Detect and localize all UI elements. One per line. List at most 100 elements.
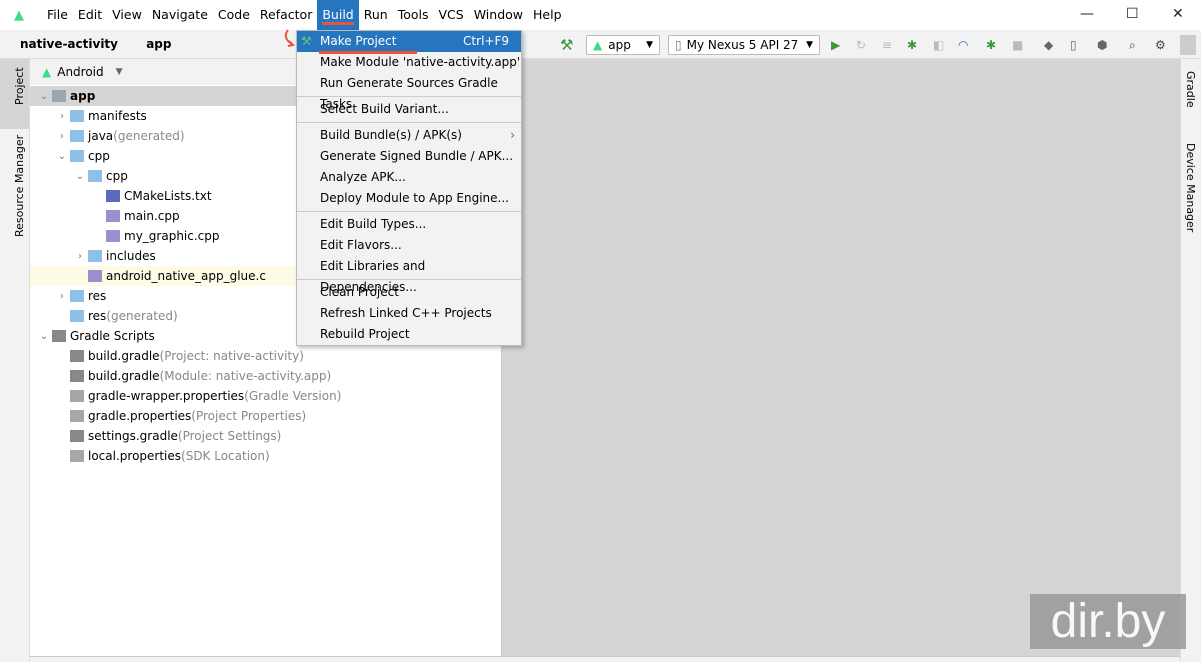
analyze-apk-item[interactable]: Analyze APK... xyxy=(297,167,521,188)
props-icon xyxy=(70,410,84,422)
breadcrumb-project[interactable]: native-activity xyxy=(20,37,118,51)
folder-icon xyxy=(70,310,84,322)
tree-item[interactable]: local.properties (SDK Location) xyxy=(30,446,501,466)
avd-manager-icon[interactable]: ▯ xyxy=(1070,35,1077,55)
menu-window[interactable]: Window xyxy=(469,0,528,30)
tree-item-note: (generated) xyxy=(113,129,185,143)
chevron-down-icon[interactable]: ⌄ xyxy=(36,91,52,102)
menu-tools[interactable]: Tools xyxy=(393,0,434,30)
tree-item-label: Gradle Scripts xyxy=(70,329,155,343)
chevron-down-icon[interactable]: ⌄ xyxy=(54,151,70,162)
android-studio-logo-icon: ▲ xyxy=(14,7,24,23)
c-icon xyxy=(88,270,102,282)
tree-item-note: (Gradle Version) xyxy=(244,389,342,403)
deploy-app-engine-item[interactable]: Deploy Module to App Engine... xyxy=(297,188,521,209)
folder-icon xyxy=(70,130,84,142)
tree-item-label: main.cpp xyxy=(124,209,180,223)
run-icon[interactable]: ▶ xyxy=(831,35,840,55)
edit-build-types-item[interactable]: Edit Build Types... xyxy=(297,214,521,235)
view-label: Android xyxy=(57,65,104,79)
generate-signed-item[interactable]: Generate Signed Bundle / APK... xyxy=(297,146,521,167)
tree-item[interactable]: build.gradle (Module: native-activity.ap… xyxy=(30,366,501,386)
menu-code[interactable]: Code xyxy=(213,0,255,30)
gradle-icon xyxy=(70,370,84,382)
chevron-right-icon[interactable]: › xyxy=(54,111,70,122)
cpp-icon xyxy=(106,210,120,222)
tree-item-note: (generated) xyxy=(106,309,178,323)
sdk-manager-icon[interactable]: ⬢ xyxy=(1097,35,1107,55)
tree-item-label: cpp xyxy=(106,169,128,183)
menu-refactor[interactable]: Refactor xyxy=(255,0,317,30)
device-select[interactable]: ▯ My Nexus 5 API 27 ▼ xyxy=(668,35,820,55)
chevron-right-icon[interactable]: › xyxy=(54,291,70,302)
tree-item-label: includes xyxy=(106,249,156,263)
attach-debugger-icon[interactable]: ✱ xyxy=(986,35,996,55)
tree-item-label: android_native_app_glue.c xyxy=(106,269,266,283)
make-project-item[interactable]: ⚒ Make Project Ctrl+F9 xyxy=(297,31,521,54)
debug-icon[interactable]: ✱ xyxy=(907,35,917,55)
edit-libraries-item[interactable]: Edit Libraries and Dependencies... xyxy=(297,256,521,294)
gradle-tool-tab[interactable]: Gradle xyxy=(1184,71,1197,108)
cmake-icon xyxy=(106,190,120,202)
apply-code-icon[interactable]: ≡ xyxy=(882,35,892,55)
left-tool-strip: Project Resource Manager xyxy=(0,59,30,662)
tree-item-note: (Module: native-activity.app) xyxy=(159,369,332,383)
apply-changes-icon[interactable]: ↻ xyxy=(856,35,866,55)
menu-edit[interactable]: Edit xyxy=(73,0,107,30)
tree-item-label: app xyxy=(70,89,96,103)
tree-item[interactable]: build.gradle (Project: native-activity) xyxy=(30,346,501,366)
minimize-button[interactable]: — xyxy=(1080,6,1094,22)
stop-icon[interactable]: ■ xyxy=(1012,35,1023,55)
menu-run[interactable]: Run xyxy=(359,0,393,30)
menu-bar: ▲ File Edit View Navigate Code Refactor … xyxy=(0,0,1201,30)
close-button[interactable]: ✕ xyxy=(1172,6,1184,22)
select-build-variant-item[interactable]: Select Build Variant... xyxy=(297,99,521,120)
refresh-cpp-item[interactable]: Refresh Linked C++ Projects xyxy=(297,303,521,324)
device-manager-tool-tab[interactable]: Device Manager xyxy=(1184,143,1197,232)
menu-file[interactable]: File xyxy=(42,0,73,30)
menu-build[interactable]: Build xyxy=(317,0,359,30)
chevron-right-icon[interactable]: › xyxy=(54,131,70,142)
folder-icon xyxy=(70,150,84,162)
props-icon xyxy=(70,450,84,462)
tree-item-label: my_graphic.cpp xyxy=(124,229,220,243)
clean-project-item[interactable]: Clean Project xyxy=(297,282,521,303)
resource-manager-tool-tab[interactable]: Resource Manager xyxy=(13,135,26,237)
attach-icon[interactable]: ◧ xyxy=(933,35,944,55)
tree-item[interactable]: gradle-wrapper.properties (Gradle Versio… xyxy=(30,386,501,406)
maximize-button[interactable]: ☐ xyxy=(1126,6,1139,22)
folder-icon xyxy=(70,290,84,302)
tree-item-label: res xyxy=(88,309,107,323)
tree-item-label: local.properties xyxy=(88,449,182,463)
chevron-down-icon[interactable]: ⌄ xyxy=(36,331,52,342)
rebuild-project-item[interactable]: Rebuild Project xyxy=(297,324,521,345)
tree-item[interactable]: settings.gradle (Project Settings) xyxy=(30,426,501,446)
project-tool-tab[interactable]: Project xyxy=(13,67,26,105)
breadcrumb-module[interactable]: app xyxy=(146,37,171,51)
device-icon: ▯ xyxy=(675,38,682,52)
run-generate-sources-item[interactable]: Run Generate Sources Gradle Tasks xyxy=(297,73,521,111)
build-bundle-apk-item[interactable]: Build Bundle(s) / APK(s) › xyxy=(297,125,521,146)
toolbar: native-activity app ⚒ ▲ app ▼ ▯ My Nexus 5 … xyxy=(0,30,1201,59)
chevron-down-icon[interactable]: ⌄ xyxy=(72,171,88,182)
folder-icon xyxy=(88,170,102,182)
tree-item[interactable]: gradle.properties (Project Properties) xyxy=(30,406,501,426)
gradle-icon xyxy=(70,430,84,442)
make-module-item[interactable]: Make Module 'native-activity.app' xyxy=(297,52,521,73)
menu-view[interactable]: View xyxy=(107,0,147,30)
run-config-select[interactable]: ▲ app ▼ xyxy=(586,35,660,55)
build-hammer-icon[interactable]: ⚒ xyxy=(560,35,573,55)
menu-help[interactable]: Help xyxy=(528,0,567,30)
profile-icon[interactable]: ◠ xyxy=(958,35,968,55)
chevron-right-icon[interactable]: › xyxy=(72,251,88,262)
edit-flavors-item[interactable]: Edit Flavors... xyxy=(297,235,521,256)
tree-item-note: (Project Properties) xyxy=(191,409,307,423)
tree-item-note: (SDK Location) xyxy=(181,449,270,463)
menu-navigate[interactable]: Navigate xyxy=(147,0,213,30)
search-icon[interactable]: ⌕ xyxy=(1129,35,1136,55)
menu-vcs[interactable]: VCS xyxy=(434,0,469,30)
gear-icon[interactable]: ⚙ xyxy=(1155,35,1166,55)
gradle-sync-icon[interactable]: ◆ xyxy=(1044,35,1053,55)
avatar[interactable] xyxy=(1180,35,1196,55)
tree-item-note: (Project: native-activity) xyxy=(159,349,304,363)
